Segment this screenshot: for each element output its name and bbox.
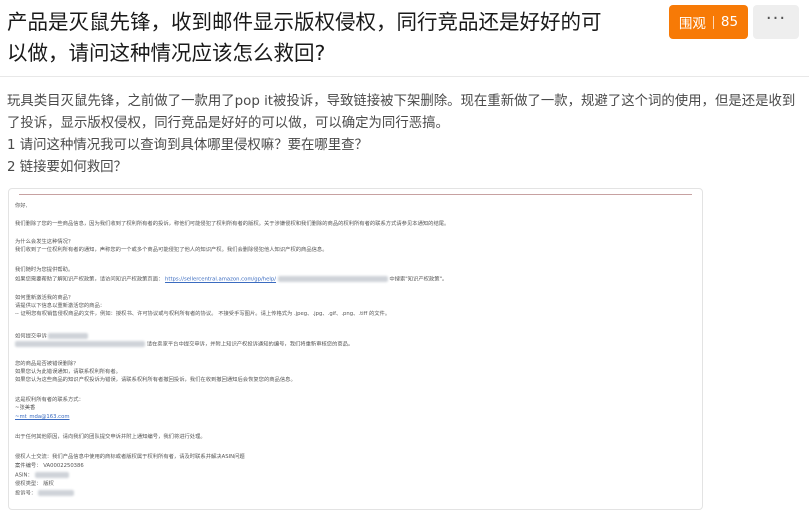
- email-help-link[interactable]: https://sellercentral.amazon.com/gp/help…: [165, 277, 276, 283]
- email-appeal-line-1: 如何提交申诉: [15, 333, 89, 341]
- email-complaint-row: 投诉号：: [15, 490, 74, 498]
- body-paragraph: 玩具类目灭鼠先锋，之前做了一款用了pop it被投诉，导致链接被下架删除。现在重…: [7, 94, 796, 131]
- email-type-value: 版权: [43, 481, 54, 487]
- question-body: 玩具类目灭鼠先锋，之前做了一款用了pop it被投诉，导致链接被下架删除。现在重…: [7, 91, 803, 179]
- watch-count: 85: [720, 14, 739, 30]
- email-top-rule: [19, 194, 692, 195]
- email-complaint-label: 投诉号：: [15, 490, 37, 497]
- redacted-block: [37, 490, 74, 496]
- watch-button[interactable]: 围观 85: [669, 5, 748, 39]
- email-case-row: 案件编号： VA0002250386: [15, 463, 84, 470]
- watch-label: 围观: [678, 16, 706, 32]
- email-contact-name: ~张美香: [15, 405, 36, 411]
- email-case-label: 案件编号：: [15, 463, 42, 469]
- email-heading-contact: 这是权利所有者的联系方式：: [15, 397, 84, 403]
- email-help-pre: 如果您需要帮助了解知识产权政策，请访问知识产权政策页面：: [15, 276, 164, 283]
- question-title: 产品是灭鼠先锋，收到邮件显示版权侵权，同行竞品还是好好的可以做，请问这种情况应该…: [7, 10, 602, 65]
- email-screenshot-image[interactable]: 你好, 我们删除了您的一些商品信息，因为我们收到了权利所有者的投诉，称他们可能侵…: [8, 188, 703, 510]
- email-case-value: VA0002250386: [43, 463, 84, 469]
- email-help-body: 如果您需要帮助了解知识产权政策，请访问知识产权政策页面： https://sel…: [15, 276, 447, 284]
- body-question-2: 2 链接要如何救回？: [7, 160, 127, 175]
- watch-separator: [712, 15, 714, 29]
- email-appeal-title: 如何提交申诉: [15, 333, 47, 340]
- email-type-row: 侵权类型： 版权: [15, 481, 54, 488]
- body-question-1: 1 请问这种情况我可以查询到具体哪里侵权嘛？要在哪里查？: [7, 138, 368, 153]
- email-notice-2: 如果您认为这些商品的知识产权投诉为错误，请联系权利所有者撤回投诉，我们在收到撤回…: [15, 377, 296, 383]
- email-type-label: 侵权类型：: [15, 481, 42, 487]
- email-reinstate-item-text: -- 证明您有权销售侵权商品的文件，例如：授权书、许可协议或与权利所有者的协议。: [15, 311, 217, 317]
- email-greeting: 你好,: [15, 203, 28, 209]
- redacted-block: [277, 276, 388, 282]
- more-icon: ···: [765, 8, 787, 29]
- redacted-block: [48, 333, 89, 339]
- more-options-button[interactable]: ···: [753, 5, 799, 39]
- header-divider: [0, 76, 809, 77]
- email-footer-intro: 侵权人士交流：我们产品信息中使用的商标或者版权属于权利所有者，请及时联系并解决A…: [15, 454, 245, 460]
- email-contact-link[interactable]: ~mt_mda@163.com: [15, 414, 70, 421]
- email-heading-reinstate: 如何重新激活我的商品？: [15, 295, 74, 301]
- email-reinstate-formats: 不接受手写图片。请上传格式为 .jpeg、.jpg、.gif、.png、.tif…: [218, 311, 391, 317]
- email-appeal-text: 请在卖家平台中提交申诉，并附上知识产权投诉通知的编号，我们将重新审核您的商品。: [146, 341, 354, 348]
- email-help-post: 中搜索"知识产权政策"。: [389, 276, 448, 283]
- email-asin-row: ASIN：: [15, 472, 69, 480]
- email-heading-why: 为什么会发生这种情况？: [15, 239, 74, 245]
- email-reinstate-intro: 请提供以下信息以重新激活您的商品：: [15, 303, 106, 309]
- email-intro: 我们删除了您的一些商品信息，因为我们收到了权利所有者的投诉，称他们可能侵犯了权利…: [15, 221, 450, 227]
- email-asin-label: ASIN：: [15, 472, 33, 479]
- redacted-block: [15, 341, 145, 347]
- redacted-block: [34, 472, 69, 478]
- email-why-body: 我们收到了一位权利所有者的通知，声称您的一个或多个商品可能侵犯了他人的知识产权。…: [15, 247, 328, 253]
- email-appeal-line-2: 请在卖家平台中提交申诉，并附上知识产权投诉通知的编号，我们将重新审核您的商品。: [15, 341, 353, 349]
- email-heading-notice: 您的商品是否被错误删除？: [15, 361, 79, 367]
- email-notice-1: 如果您认为此错误通知，请联系权利所有者。: [15, 369, 121, 375]
- email-reinstate-item: -- 证明您有权销售侵权商品的文件，例如：授权书、许可协议或与权利所有者的协议。…: [15, 311, 390, 318]
- email-closing: 出于任何其他原因，请向我们的团队提交申诉并附上通知编号，我们将进行处理。: [15, 434, 206, 440]
- email-heading-help: 我们随时为您提供帮助。: [15, 267, 74, 273]
